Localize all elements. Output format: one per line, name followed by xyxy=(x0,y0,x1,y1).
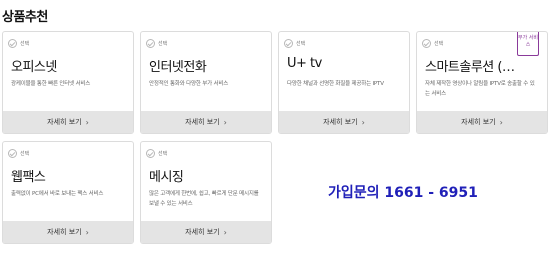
select-checkbox[interactable]: 선택 xyxy=(422,39,443,48)
details-button[interactable]: 자세히 보기 › xyxy=(3,221,133,243)
check-circle-icon xyxy=(284,39,293,48)
select-checkbox[interactable]: 선택 xyxy=(146,39,167,48)
card-description: 안정적인 통화와 다양한 부가 서비스 xyxy=(149,81,229,87)
product-card-webfax[interactable]: 선택 웹팩스 출력없이 PC에서 바로 보내는 팩스 서비스 자세히 보기 › xyxy=(2,141,134,244)
card-title: 오피스넷 xyxy=(11,60,57,75)
card-description: 다양한 채널과 선명한 화질을 제공하는 IPTV xyxy=(287,81,384,87)
select-label: 선택 xyxy=(20,151,30,157)
details-label: 자세히 보기 xyxy=(47,118,82,126)
contact-phone: 가입문의 1661 - 6951 xyxy=(328,185,478,201)
check-circle-icon xyxy=(8,39,17,48)
card-description: 자체 제작한 영상이나 알림을 IPTV로 송출할 수 있는 서비스 xyxy=(425,81,535,97)
check-circle-icon xyxy=(422,39,431,48)
select-label: 선택 xyxy=(20,41,30,47)
card-title: 웹팩스 xyxy=(11,170,46,185)
details-label: 자세히 보기 xyxy=(185,228,220,236)
card-title: 메시징 xyxy=(149,170,184,185)
select-label: 선택 xyxy=(434,41,444,47)
select-checkbox[interactable]: 선택 xyxy=(146,149,167,158)
details-button[interactable]: 자세히 보기 › xyxy=(141,111,271,133)
chevron-right-icon: › xyxy=(223,117,227,127)
product-card-messaging[interactable]: 선택 메시징 많은 고객에게 한번에, 쉽고, 빠르게 단문 메시지를 보낼 수… xyxy=(140,141,272,244)
details-button[interactable]: 자세히 보기 › xyxy=(417,111,547,133)
section-title: 상품추천 xyxy=(2,10,48,25)
card-description: 광케이블을 통한 빠른 인터넷 서비스 xyxy=(11,81,91,87)
select-checkbox[interactable]: 선택 xyxy=(8,149,29,158)
select-checkbox[interactable]: 선택 xyxy=(8,39,29,48)
check-circle-icon xyxy=(146,39,155,48)
product-card-smart-solution[interactable]: 선택 부가 서비스 스마트솔루션 (… 자체 제작한 영상이나 알림을 IPTV… xyxy=(416,31,548,134)
chevron-right-icon: › xyxy=(223,227,227,237)
check-circle-icon xyxy=(8,149,17,158)
details-label: 자세히 보기 xyxy=(47,228,82,236)
details-label: 자세히 보기 xyxy=(185,118,220,126)
details-button[interactable]: 자세히 보기 › xyxy=(3,111,133,133)
product-card-officenet[interactable]: 선택 오피스넷 광케이블을 통한 빠른 인터넷 서비스 자세히 보기 › xyxy=(2,31,134,134)
select-label: 선택 xyxy=(296,41,306,47)
details-button[interactable]: 자세히 보기 › xyxy=(279,111,409,133)
card-title: 인터넷전화 xyxy=(149,60,207,75)
card-description: 출력없이 PC에서 바로 보내는 팩스 서비스 xyxy=(11,191,104,197)
details-button[interactable]: 자세히 보기 › xyxy=(141,221,271,243)
chevron-right-icon: › xyxy=(499,117,503,127)
select-label: 선택 xyxy=(158,151,168,157)
card-title: 스마트솔루션 (… xyxy=(425,60,515,75)
select-checkbox[interactable]: 선택 xyxy=(284,39,305,48)
chevron-right-icon: › xyxy=(85,227,89,237)
card-description: 많은 고객에게 한번에, 쉽고, 빠르게 단문 메시지를 보낼 수 있는 서비스 xyxy=(149,191,259,207)
chevron-right-icon: › xyxy=(85,117,89,127)
details-label: 자세히 보기 xyxy=(323,118,358,126)
addon-service-badge: 부가 서비스 xyxy=(517,32,539,56)
check-circle-icon xyxy=(146,149,155,158)
product-card-utv[interactable]: 선택 U+ tv 다양한 채널과 선명한 화질을 제공하는 IPTV 자세히 보… xyxy=(278,31,410,134)
chevron-right-icon: › xyxy=(361,117,365,127)
select-label: 선택 xyxy=(158,41,168,47)
card-title: U+ tv xyxy=(287,56,322,71)
details-label: 자세히 보기 xyxy=(461,118,496,126)
product-card-internet-phone[interactable]: 선택 인터넷전화 안정적인 통화와 다양한 부가 서비스 자세히 보기 › xyxy=(140,31,272,134)
